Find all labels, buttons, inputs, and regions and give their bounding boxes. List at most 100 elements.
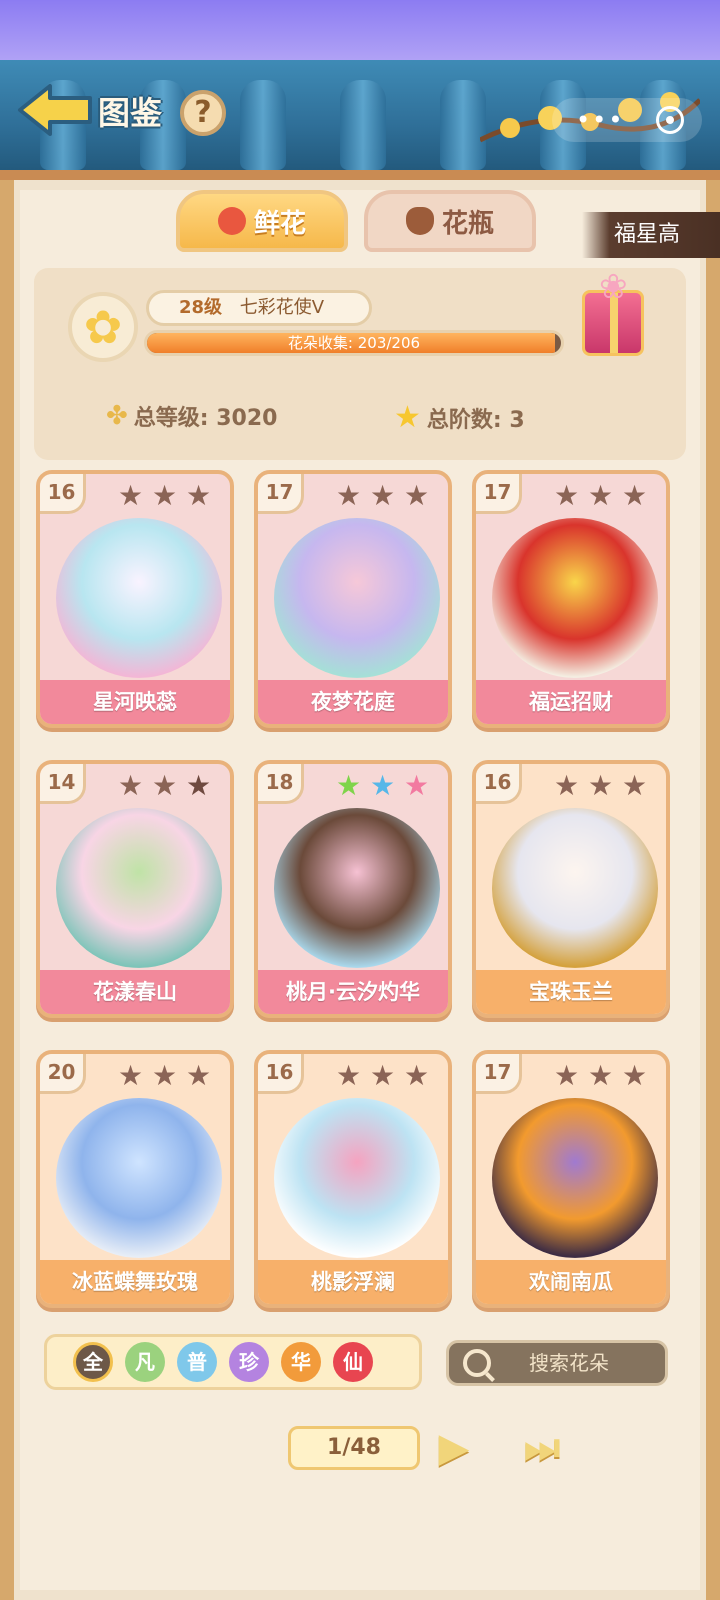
flower-card[interactable]: 17 ★ ★ ★ 夜梦花庭 <box>254 470 452 728</box>
filter-chip[interactable]: 华 <box>281 1342 321 1382</box>
rose-icon <box>217 207 246 235</box>
star-icon: ★ <box>186 1059 212 1092</box>
card-stars: ★ ★ ★ <box>554 1062 650 1090</box>
tab-flowers[interactable]: 鲜花 <box>176 190 348 252</box>
tab-flowers-label: 鲜花 <box>253 208 306 239</box>
help-button[interactable]: ? <box>180 90 226 136</box>
card-name: 花漾春山 <box>40 970 230 1014</box>
star-icon: ★ <box>336 479 362 512</box>
flower-card[interactable]: 16 ★ ★ ★ 星河映蕊 <box>36 470 234 728</box>
filter-chip[interactable]: 珍 <box>229 1342 269 1382</box>
star-icon: ★ <box>336 769 362 802</box>
star-icon: ★ <box>588 769 614 802</box>
flower-artwork <box>492 808 658 968</box>
star-icon: ★ <box>404 769 430 802</box>
card-stars: ★ ★ ★ <box>336 482 432 510</box>
event-ribbon[interactable]: 福星高 <box>582 212 720 258</box>
star-icon: ★ <box>622 1059 648 1092</box>
more-icon[interactable]: ••• <box>576 106 624 134</box>
collection-progress-bar: 花朵收集: 203/206 <box>144 330 564 356</box>
flower-card[interactable]: 20 ★ ★ ★ 冰蓝蝶舞玫瑰 <box>36 1050 234 1308</box>
flower-card[interactable]: 16 ★ ★ ★ 桃影浮澜 <box>254 1050 452 1308</box>
star-icon: ★ <box>186 769 212 802</box>
card-level: 17 <box>258 474 304 514</box>
star-icon: ★ <box>622 769 648 802</box>
flower-artwork <box>56 1098 222 1258</box>
card-name: 欢闹南瓜 <box>476 1260 666 1304</box>
card-name: 宝珠玉兰 <box>476 970 666 1014</box>
sprout-icon: ✤ <box>106 401 128 431</box>
card-name: 福运招财 <box>476 680 666 724</box>
flower-card[interactable]: 17 ★ ★ ★ 欢闹南瓜 <box>472 1050 670 1308</box>
star-icon: ★ <box>118 769 144 802</box>
next-page-icon[interactable]: ▶ <box>426 1424 482 1472</box>
flower-badge-icon <box>68 292 138 362</box>
filter-chip[interactable]: 凡 <box>125 1342 165 1382</box>
search-placeholder: 搜索花朵 <box>529 1351 609 1375</box>
card-stars: ★ ★ ★ <box>118 482 214 510</box>
card-level: 16 <box>476 764 522 804</box>
flower-artwork <box>492 518 658 678</box>
star-icon: ★ <box>404 479 430 512</box>
card-level: 20 <box>40 1054 86 1094</box>
flower-card[interactable]: 17 ★ ★ ★ 福运招财 <box>472 470 670 728</box>
page-title: 图鉴 <box>98 94 163 132</box>
star-icon: ★ <box>554 479 580 512</box>
card-stars: ★ ★ ★ <box>118 1062 214 1090</box>
card-stars: ★ ★ ★ <box>118 772 214 800</box>
total-stage-text: 总阶数: 3 <box>426 407 525 433</box>
star-icon: ★ <box>370 769 396 802</box>
card-level: 16 <box>258 1054 304 1094</box>
card-level: 17 <box>476 1054 522 1094</box>
flower-card[interactable]: 18 ★ ★ ★ 桃月·云汐灼华 <box>254 760 452 1018</box>
back-arrow-icon[interactable] <box>16 80 96 140</box>
star-icon: ★ <box>152 769 178 802</box>
star-icon: ★ <box>588 479 614 512</box>
card-name: 夜梦花庭 <box>258 680 448 724</box>
tab-vases[interactable]: 花瓶 <box>364 190 536 252</box>
flower-card[interactable]: 14 ★ ★ ★ 花漾春山 <box>36 760 234 1018</box>
gift-box-icon[interactable] <box>582 267 644 356</box>
flower-artwork <box>274 518 440 678</box>
last-page-icon[interactable]: ⏭ <box>514 1424 570 1472</box>
star-icon: ★ <box>404 1059 430 1092</box>
card-level: 18 <box>258 764 304 804</box>
filter-chip[interactable]: 仙 <box>333 1342 373 1382</box>
card-stars: ★ ★ ★ <box>336 1062 432 1090</box>
flower-artwork <box>56 808 222 968</box>
page-indicator: 1/48 <box>288 1426 420 1470</box>
flower-artwork <box>274 808 440 968</box>
rank-text: 七彩花使V <box>239 297 325 318</box>
filter-chip[interactable]: 全 <box>73 1342 113 1382</box>
card-level: 16 <box>40 474 86 514</box>
filter-chip[interactable]: 普 <box>177 1342 217 1382</box>
level-text: 28级 <box>179 297 223 318</box>
card-stars: ★ ★ ★ <box>554 482 650 510</box>
total-level-text: 总等级: 3020 <box>133 406 278 431</box>
level-pill: 28级 七彩花使V <box>146 290 372 326</box>
card-level: 17 <box>476 474 522 514</box>
vase-icon <box>405 207 434 235</box>
mini-program-capsule[interactable]: ••• <box>552 98 702 142</box>
rarity-filter-bar: 全凡普珍华仙 <box>44 1334 422 1390</box>
card-level: 14 <box>40 764 86 804</box>
star-icon: ★ <box>152 479 178 512</box>
star-icon: ★ <box>118 479 144 512</box>
flower-card[interactable]: 16 ★ ★ ★ 宝珠玉兰 <box>472 760 670 1018</box>
star-icon: ★ <box>554 1059 580 1092</box>
card-stars: ★ ★ ★ <box>554 772 650 800</box>
search-flower-input[interactable]: 搜索花朵 <box>446 1340 668 1386</box>
star-icon: ★ <box>186 479 212 512</box>
card-name: 桃月·云汐灼华 <box>258 970 448 1014</box>
star-icon: ★ <box>152 1059 178 1092</box>
star-icon: ★ <box>554 769 580 802</box>
close-target-icon[interactable] <box>656 106 684 134</box>
star-icon: ★ <box>370 1059 396 1092</box>
profile-panel: 28级 七彩花使V 花朵收集: 203/206 ✤ 总等级: 3020 ★ 总阶… <box>34 267 686 460</box>
card-name: 冰蓝蝶舞玫瑰 <box>40 1260 230 1304</box>
flower-artwork <box>492 1098 658 1258</box>
card-name: 星河映蕊 <box>40 680 230 724</box>
total-stage-stat: ★ 总阶数: 3 <box>394 400 525 435</box>
star-icon: ★ <box>118 1059 144 1092</box>
star-icon: ★ <box>588 1059 614 1092</box>
